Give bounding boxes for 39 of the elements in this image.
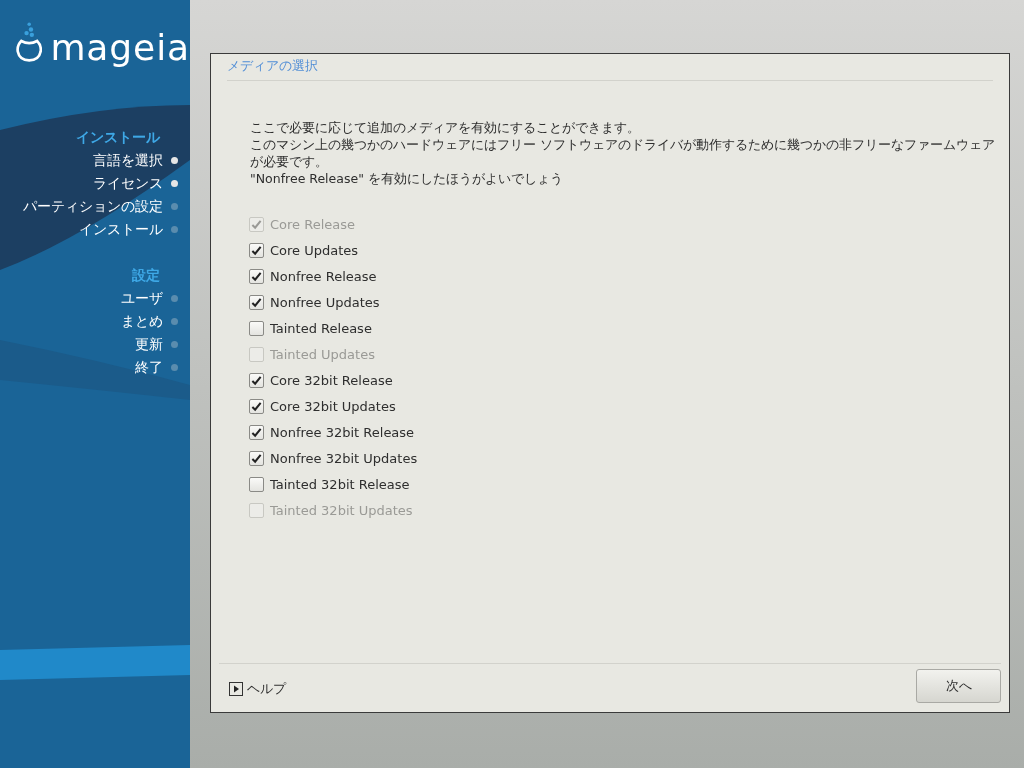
media-label: Nonfree 32bit Updates [270,449,418,468]
media-label: Tainted Updates [270,345,375,364]
media-label: Core Release [270,215,355,234]
step-label: 更新 [135,335,163,355]
step-label: ユーザ [121,289,163,309]
media-label: Core 32bit Updates [270,397,396,416]
step-label: 終了 [135,358,163,378]
media-label: Nonfree Updates [270,293,380,312]
checkbox[interactable] [249,477,264,492]
media-label: Nonfree Release [270,267,377,286]
checkbox[interactable] [249,451,264,466]
next-button[interactable]: 次へ [916,669,1001,703]
description-text: このマシン上の幾つかのハードウェアにはフリー ソフトウェアのドライバが動作するために幾つかの非フリーなファームウェアが必要です。 [250,135,996,170]
media-label: Tainted 32bit Release [270,475,410,494]
media-label: Tainted Release [270,319,372,338]
dialog-title: メディアの選択 [227,56,993,81]
expander-icon [229,682,243,696]
checkbox[interactable] [249,295,264,310]
description-text: ここで必要に応じて追加のメディアを有効にすることができます。 [250,118,641,136]
checkbox[interactable] [249,321,264,336]
media-label: Core Updates [270,241,359,260]
section-heading: インストール [76,128,160,147]
step-label: まとめ [121,312,163,332]
step-label: 言語を選択 [93,151,163,171]
checkbox[interactable] [249,269,264,284]
checkbox[interactable] [249,373,264,388]
logo-text: mageia [50,30,190,66]
checkbox[interactable] [249,399,264,414]
step-label: パーティションの設定 [23,197,163,217]
help-toggle[interactable]: ヘルプ [229,679,286,699]
checkbox[interactable] [249,243,264,258]
step-label: インストール [79,220,163,240]
checkbox[interactable] [249,425,264,440]
media-label: Core 32bit Release [270,371,393,390]
section-heading: 設定 [132,266,160,285]
description-text: "Nonfree Release" を有効にしたほうがよいでしょう [250,169,564,187]
media-label: Nonfree 32bit Release [270,423,415,442]
media-label: Tainted 32bit Updates [270,501,413,520]
step-label: ライセンス [93,174,163,194]
